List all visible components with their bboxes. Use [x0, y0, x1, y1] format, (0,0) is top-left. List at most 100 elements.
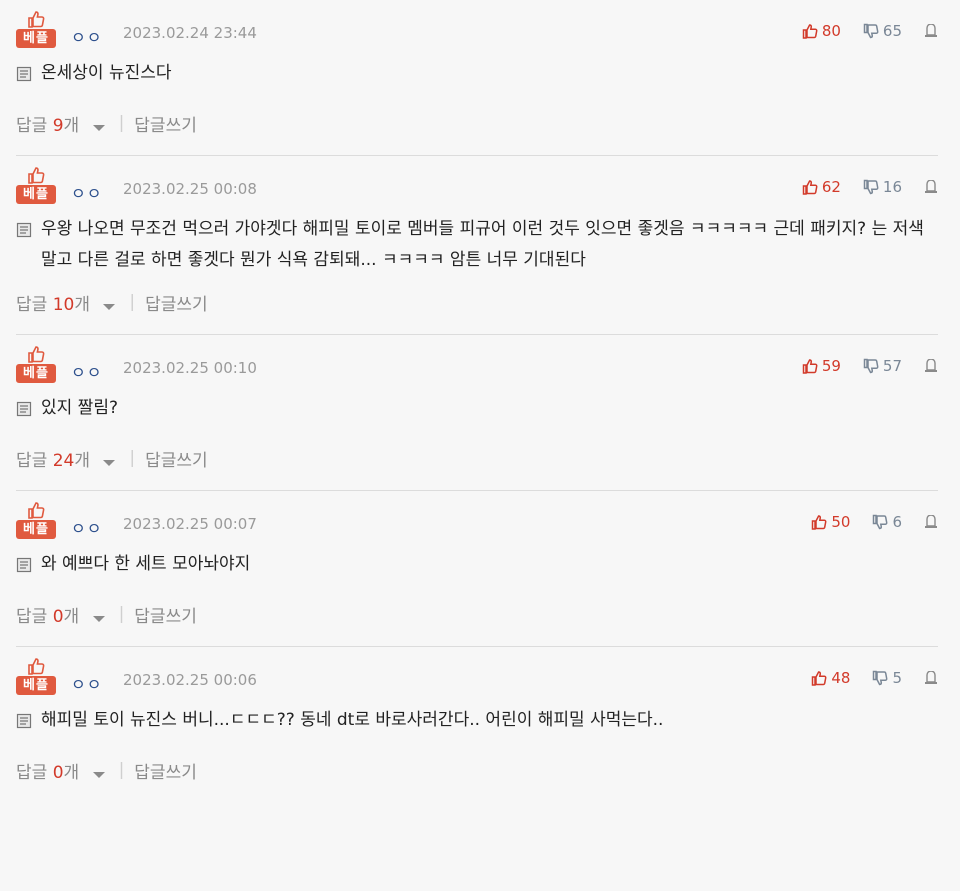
dislike-button[interactable]: 5: [872, 669, 902, 687]
like-count: 59: [821, 357, 841, 375]
write-reply-button[interactable]: 답글쓰기: [134, 602, 197, 627]
chevron-down-icon: [103, 459, 116, 466]
comment-text: 온세상이 뉴진스다: [41, 63, 172, 83]
comment-footer: 답글 10개 | 답글쓰기: [16, 280, 938, 324]
reply-label: 답글: [16, 115, 53, 136]
report-icon[interactable]: [924, 24, 938, 38]
thumbs-up-badge-icon: [28, 346, 45, 363]
report-icon[interactable]: [924, 515, 938, 529]
comment-date: 2023.02.25 00:07: [123, 515, 257, 533]
comment-author[interactable]: ㅇㅇ: [71, 515, 102, 539]
vote-group: 50 6: [811, 513, 938, 531]
thumbs-down-icon: [873, 670, 888, 686]
thumbs-up-badge-icon: [28, 658, 45, 675]
like-button[interactable]: 80: [802, 22, 841, 40]
best-comment-badge: 베플: [16, 657, 56, 695]
thumbs-up-badge-icon: [28, 167, 45, 184]
reply-toggle[interactable]: 답글 0개: [16, 758, 115, 783]
document-icon: [16, 222, 32, 238]
document-icon: [16, 66, 32, 82]
comment-item: 베플 ㅇㅇ 2023.02.25 00:08 62 16 우왕 나오면 무조건 …: [16, 156, 938, 335]
comment-footer: 답글 24개 | 답글쓰기: [16, 436, 938, 480]
comment-author[interactable]: ㅇㅇ: [71, 671, 102, 695]
dislike-button[interactable]: 16: [863, 178, 902, 196]
dislike-count: 57: [882, 357, 902, 375]
report-icon[interactable]: [924, 359, 938, 373]
divider: |: [118, 760, 125, 780]
reply-unit: 개: [63, 606, 80, 627]
comment-author[interactable]: ㅇㅇ: [71, 24, 102, 48]
write-reply-button[interactable]: 답글쓰기: [134, 758, 197, 783]
document-icon: [16, 557, 32, 573]
best-label: 베플: [16, 29, 56, 48]
comment-body: 온세상이 뉴진스다: [16, 58, 938, 89]
reply-toggle[interactable]: 답글 9개: [16, 111, 115, 136]
reply-unit: 개: [63, 115, 80, 136]
best-label: 베플: [16, 185, 56, 204]
thumbs-up-badge-icon: [28, 11, 45, 28]
comment-item: 베플 ㅇㅇ 2023.02.25 00:07 50 6 와 예쁘다 한 세트 모…: [16, 491, 938, 647]
comment-header: 베플 ㅇㅇ 2023.02.25 00:07 50 6: [16, 491, 938, 543]
chevron-down-icon: [92, 124, 105, 131]
thumbs-up-badge-icon: [28, 502, 45, 519]
best-comment-badge: 베플: [16, 345, 56, 383]
comment-date: 2023.02.25 00:10: [123, 359, 257, 377]
comment-footer: 답글 9개 | 답글쓰기: [16, 101, 938, 145]
divider: |: [118, 113, 125, 133]
like-button[interactable]: 50: [811, 513, 850, 531]
dislike-button[interactable]: 65: [863, 22, 902, 40]
comment-item: 베플 ㅇㅇ 2023.02.25 00:06 48 5 해피밀 토이 뉴진스 버…: [16, 647, 938, 792]
like-button[interactable]: 48: [811, 669, 850, 687]
divider: |: [129, 448, 136, 468]
vote-group: 62 16: [802, 178, 938, 196]
report-icon[interactable]: [924, 671, 938, 685]
write-reply-button[interactable]: 답글쓰기: [145, 290, 208, 315]
dislike-button[interactable]: 57: [863, 357, 902, 375]
write-reply-button[interactable]: 답글쓰기: [145, 446, 208, 471]
divider: |: [129, 292, 136, 312]
reply-label: 답글: [16, 450, 53, 471]
dislike-count: 16: [882, 178, 902, 196]
thumbs-up-icon: [812, 515, 827, 530]
reply-toggle[interactable]: 답글 10개: [16, 290, 125, 315]
vote-group: 59 57: [802, 357, 938, 375]
comment-header: 베플 ㅇㅇ 2023.02.25 00:06 48 5: [16, 647, 938, 699]
reply-label: 답글: [16, 762, 53, 783]
comment-item: 베플 ㅇㅇ 2023.02.25 00:10 59 57 있지 짤림? 답글 2…: [16, 335, 938, 491]
dislike-button[interactable]: 6: [872, 513, 902, 531]
thumbs-up-icon: [802, 359, 818, 374]
thumbs-down-icon: [863, 358, 879, 374]
reply-unit: 개: [74, 294, 90, 315]
comment-body: 와 예쁘다 한 세트 모아놔야지: [16, 549, 938, 580]
comment-author[interactable]: ㅇㅇ: [71, 359, 102, 383]
comment-header: 베플 ㅇㅇ 2023.02.24 23:44 80 65: [16, 0, 938, 52]
vote-group: 48 5: [811, 669, 938, 687]
thumbs-down-icon: [863, 179, 879, 195]
reply-count: 0: [52, 762, 64, 783]
chevron-down-icon: [103, 303, 116, 310]
thumbs-down-icon: [873, 514, 888, 530]
comment-item: 베플 ㅇㅇ 2023.02.24 23:44 80 65 온세상이 뉴진스다 답…: [16, 0, 938, 156]
comment-header: 베플 ㅇㅇ 2023.02.25 00:08 62 16: [16, 156, 938, 208]
best-comment-badge: 베플: [16, 10, 56, 48]
dislike-count: 65: [882, 22, 902, 40]
best-comment-badge: 베플: [16, 501, 56, 539]
reply-count: 9: [52, 115, 64, 136]
like-button[interactable]: 62: [802, 178, 841, 196]
like-button[interactable]: 59: [802, 357, 841, 375]
thumbs-up-icon: [802, 180, 818, 195]
best-comment-badge: 베플: [16, 166, 56, 204]
reply-toggle[interactable]: 답글 0개: [16, 602, 115, 627]
reply-label: 답글: [16, 294, 53, 315]
comment-author[interactable]: ㅇㅇ: [71, 180, 102, 204]
thumbs-up-icon: [812, 671, 827, 686]
reply-toggle[interactable]: 답글 24개: [16, 446, 125, 471]
write-reply-button[interactable]: 답글쓰기: [134, 111, 197, 136]
reply-count: 0: [52, 606, 64, 627]
thumbs-up-icon: [802, 24, 818, 39]
comment-text: 와 예쁘다 한 세트 모아놔야지: [41, 554, 251, 574]
report-icon[interactable]: [924, 180, 938, 194]
comment-body: 있지 짤림?: [16, 393, 938, 424]
document-icon: [16, 401, 32, 417]
comment-list: 베플 ㅇㅇ 2023.02.24 23:44 80 65 온세상이 뉴진스다 답…: [0, 0, 960, 792]
